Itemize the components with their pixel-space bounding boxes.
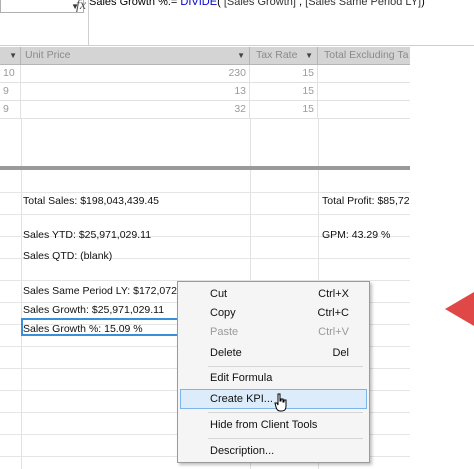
measure-sales-ytd[interactable]: Sales YTD: $25,971,029.11	[23, 224, 151, 246]
row-lead-cell[interactable]: 9	[0, 101, 21, 118]
hand-cursor-icon	[274, 393, 287, 412]
chevron-down-icon[interactable]: ▼	[9, 47, 17, 64]
tax-rate-cell[interactable]: 15	[250, 101, 318, 118]
menu-item-copy[interactable]: Copy Ctrl+C	[180, 303, 367, 323]
measure-total-sales[interactable]: Total Sales: $198,043,439.45	[23, 190, 159, 212]
unit-price-cell[interactable]: 13	[21, 83, 250, 100]
menu-item-label: Delete	[210, 347, 242, 359]
context-menu: Cut Ctrl+X Copy Ctrl+C Paste Ctrl+V Dele…	[177, 281, 370, 463]
empty-table-area	[0, 119, 410, 166]
menu-item-label: Copy	[210, 307, 236, 319]
table-row[interactable]: 9 32 15	[0, 101, 410, 119]
tax-rate-cell[interactable]: 15	[250, 65, 318, 82]
column-header-row: ▼ Unit Price ▼ Tax Rate ▼ Total Excludin…	[0, 47, 410, 65]
menu-item-label: Create KPI...	[210, 393, 273, 405]
formula-arg2: [Sales Same Period LY]	[305, 0, 422, 8]
formula-arg-separator: ,	[295, 0, 306, 8]
formula-function: DIVIDE	[180, 0, 218, 8]
column-header-tax-rate[interactable]: Tax Rate ▼	[250, 47, 318, 64]
column-header-label: Tax Rate	[256, 49, 298, 61]
column-header-label: Total Excluding Ta	[324, 49, 409, 61]
menu-item-delete[interactable]: Delete Del	[180, 343, 367, 363]
table-row[interactable]: 10 230 15	[0, 65, 410, 83]
formula-arg1: [Sales Growth]	[223, 0, 296, 8]
measure-total-profit[interactable]: Total Profit: $85,72	[322, 190, 410, 212]
formula-open-paren: (	[217, 0, 224, 8]
menu-item-cut[interactable]: Cut Ctrl+X	[180, 284, 367, 304]
measure-gpm[interactable]: GPM: 43.29 %	[322, 224, 390, 246]
row-lead-cell[interactable]: 9	[0, 83, 21, 100]
formula-measure-name: Sales Growth %:=	[89, 0, 181, 8]
menu-item-shortcut: Ctrl+C	[317, 307, 349, 319]
menu-item-shortcut: Ctrl+X	[318, 288, 349, 300]
menu-item-label: Cut	[210, 288, 228, 300]
menu-item-label: Hide from Client Tools	[210, 419, 318, 431]
measure-selector-dropdown[interactable]: ▼	[0, 0, 84, 13]
menu-item-label: Paste	[210, 326, 239, 338]
unit-price-cell[interactable]: 230	[21, 65, 250, 82]
column-header-lead[interactable]: ▼	[0, 47, 21, 64]
chevron-down-icon[interactable]: ▼	[237, 47, 245, 64]
tax-rate-cell[interactable]: 15	[250, 83, 318, 100]
table-row[interactable]: 9 13 15	[0, 83, 410, 101]
formula-input[interactable]: Sales Growth %:= DIVIDE( [Sales Growth] …	[89, 0, 425, 8]
menu-item-description[interactable]: Description...	[180, 441, 367, 461]
menu-separator	[208, 438, 363, 439]
menu-item-label: Edit Formula	[210, 372, 273, 384]
menu-item-edit-formula[interactable]: Edit Formula	[180, 368, 367, 388]
column-header-total-excluding-tax[interactable]: Total Excluding Ta	[318, 47, 410, 64]
menu-item-shortcut: Ctrl+V	[318, 326, 349, 338]
measure-sales-qtd[interactable]: Sales QTD: (blank)	[23, 245, 112, 267]
menu-separator	[208, 366, 363, 367]
fx-icon: fx	[76, 0, 87, 13]
chevron-down-icon[interactable]: ▼	[305, 47, 313, 64]
menu-item-paste[interactable]: Paste Ctrl+V	[180, 322, 367, 342]
menu-item-shortcut: Del	[332, 347, 349, 359]
menu-item-hide-from-client-tools[interactable]: Hide from Client Tools	[180, 415, 367, 435]
formula-bar: ▼ fx Sales Growth %:= DIVIDE( [Sales Gro…	[0, 0, 474, 46]
column-header-label: Unit Price	[25, 49, 71, 61]
annotation-arrow-icon	[445, 292, 474, 326]
row-lead-cell[interactable]: 10	[0, 65, 21, 82]
column-header-unit-price[interactable]: Unit Price ▼	[21, 47, 250, 64]
unit-price-cell[interactable]: 32	[21, 101, 250, 118]
formula-close-paren: )	[421, 0, 425, 8]
menu-item-label: Description...	[210, 445, 275, 457]
